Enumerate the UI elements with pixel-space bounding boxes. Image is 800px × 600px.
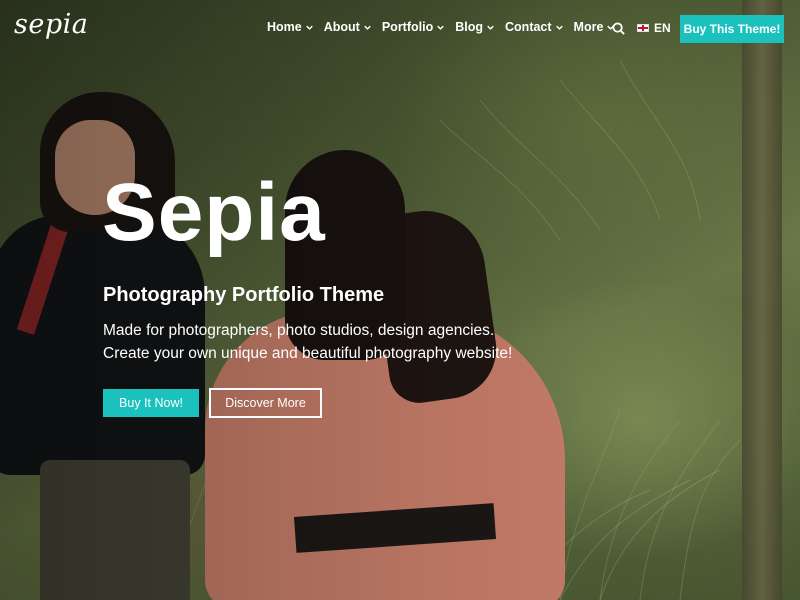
chevron-down-icon — [364, 25, 371, 30]
hero-description-line-2: Create your own unique and beautiful pho… — [103, 345, 513, 362]
main-nav: Home About Portfolio Blog Contact More — [267, 20, 625, 34]
nav-item-label: More — [573, 20, 604, 34]
search-icon[interactable] — [612, 22, 625, 35]
discover-more-button[interactable]: Discover More — [209, 388, 322, 418]
nav-item-label: Portfolio — [381, 20, 434, 34]
hero-title: Sepia — [102, 167, 326, 258]
nav-item-label: Blog — [455, 20, 484, 34]
chevron-down-icon — [555, 25, 563, 30]
buy-theme-button[interactable]: Buy This Theme! — [680, 15, 784, 43]
hero-description: Made for photographers, photo studios, d… — [103, 319, 512, 365]
site-header: sepia Home About Portfolio Blog Contact … — [0, 0, 800, 56]
site-logo[interactable]: sepia — [14, 9, 88, 40]
nav-item-blog[interactable]: Blog — [455, 20, 494, 34]
chevron-down-icon — [305, 25, 313, 30]
nav-item-label: Home — [267, 20, 302, 34]
language-code: EN — [654, 21, 671, 35]
nav-item-home[interactable]: Home — [267, 20, 313, 34]
nav-item-contact[interactable]: Contact — [505, 20, 563, 34]
chevron-down-icon — [487, 25, 494, 30]
chevron-down-icon — [437, 25, 445, 30]
nav-item-more[interactable]: More — [574, 20, 615, 34]
hero-description-line-1: Made for photographers, photo studios, d… — [103, 322, 495, 339]
nav-item-label: Contact — [505, 20, 552, 34]
nav-item-portfolio[interactable]: Portfolio — [381, 20, 445, 34]
buy-now-button[interactable]: Buy It Now! — [103, 389, 199, 417]
language-switcher[interactable]: EN — [637, 21, 671, 35]
flag-icon — [637, 24, 649, 32]
nav-item-label: About — [323, 20, 360, 34]
nav-item-about[interactable]: About — [324, 20, 371, 34]
hero-subtitle: Photography Portfolio Theme — [103, 284, 385, 306]
